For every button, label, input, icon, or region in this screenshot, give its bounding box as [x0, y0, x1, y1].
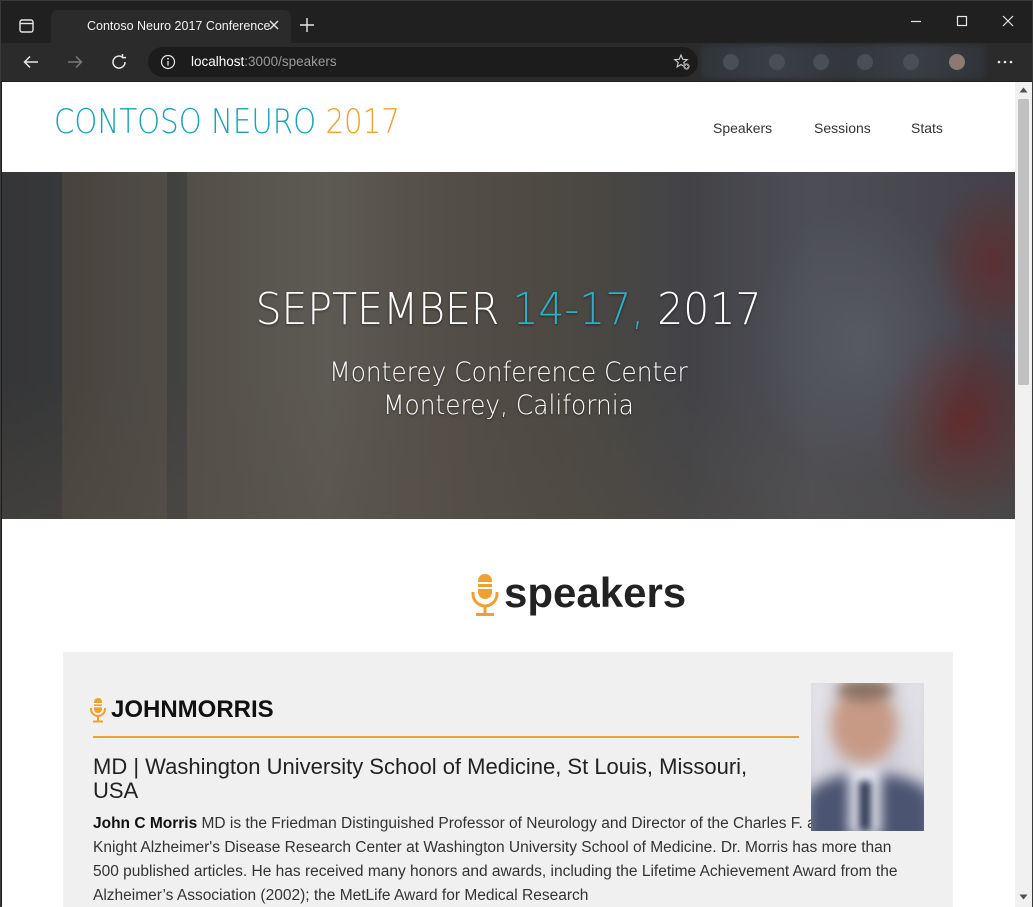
speaker-bio-name: John C Morris	[93, 815, 198, 832]
forward-icon[interactable]	[65, 52, 85, 72]
extension-icon[interactable]	[903, 54, 919, 70]
close-tab-icon[interactable]	[267, 18, 281, 32]
nav-speakers[interactable]: Speakers	[713, 120, 772, 136]
profile-avatar[interactable]	[949, 54, 965, 70]
address-bar[interactable]: localhost:3000/speakers	[148, 47, 698, 77]
extension-icon[interactable]	[857, 54, 873, 70]
date-range: 14-17,	[512, 284, 645, 335]
microphone-icon	[469, 573, 501, 619]
microphone-icon	[89, 697, 107, 725]
extensions-area	[701, 45, 986, 79]
close-window-icon[interactable]	[998, 11, 1018, 31]
hero-banner: SEPTEMBER 14-17, 2017 Monterey Conferenc…	[2, 172, 1015, 519]
logo-brand: CONTOSO NEURO	[54, 102, 326, 142]
speaker-affiliation: MD | Washington University School of Med…	[93, 754, 748, 803]
divider	[93, 736, 799, 738]
browser-window: Contoso Neuro 2017 Conference localhost:…	[0, 0, 1033, 907]
minimize-icon[interactable]	[906, 11, 926, 31]
back-icon[interactable]	[21, 52, 41, 72]
venue-name: Monterey Conference Center	[329, 357, 688, 388]
url-path: :3000/speakers	[244, 54, 337, 69]
date-year: 2017	[644, 284, 762, 335]
date-prefix: SEPTEMBER	[255, 284, 513, 335]
maximize-icon[interactable]	[952, 11, 972, 31]
more-menu-icon[interactable]	[995, 52, 1015, 72]
venue-location: Monterey, California	[383, 390, 634, 421]
extension-icon[interactable]	[769, 54, 785, 70]
speaker-name: JOHNMORRIS	[111, 696, 274, 723]
page-scrollbar[interactable]	[1015, 82, 1032, 907]
browser-toolbar: localhost:3000/speakers	[1, 43, 1032, 81]
scroll-up-icon[interactable]	[1019, 87, 1028, 93]
logo-year: 2017	[325, 102, 400, 142]
favorite-star-icon[interactable]	[673, 53, 691, 71]
site-info-icon[interactable]	[160, 54, 176, 70]
refresh-icon[interactable]	[109, 52, 129, 72]
url-text[interactable]: localhost:3000/speakers	[191, 54, 337, 69]
speaker-bio: John C Morris MD is the Friedman Disting…	[93, 812, 913, 907]
extension-icon[interactable]	[723, 54, 739, 70]
hero-text: SEPTEMBER 14-17, 2017 Monterey Conferenc…	[2, 172, 1015, 519]
speaker-bio-text: MD is the Friedman Distinguished Profess…	[93, 815, 898, 904]
event-venue: Monterey Conference Center Monterey, Cal…	[43, 356, 975, 422]
scroll-down-icon[interactable]	[1019, 894, 1028, 900]
browser-tab[interactable]: Contoso Neuro 2017 Conference	[51, 10, 291, 43]
new-tab-icon[interactable]	[297, 15, 317, 35]
speaker-card: JOHNMORRIS MD | Washington University Sc…	[63, 652, 953, 907]
nav-stats[interactable]: Stats	[911, 120, 943, 136]
site-logo[interactable]: CONTOSO NEURO 2017	[54, 102, 400, 142]
scroll-thumb[interactable]	[1018, 99, 1029, 385]
site-header: CONTOSO NEURO 2017 Speakers Sessions Sta…	[2, 82, 1015, 172]
tab-title: Contoso Neuro 2017 Conference	[87, 19, 271, 33]
event-dates: SEPTEMBER 14-17, 2017	[37, 284, 979, 335]
extension-icon[interactable]	[813, 54, 829, 70]
title-bar: Contoso Neuro 2017 Conference	[1, 1, 1032, 43]
section-title: speakers	[504, 569, 687, 616]
tab-actions-icon[interactable]	[11, 12, 41, 40]
nav-sessions[interactable]: Sessions	[814, 120, 871, 136]
speaker-photo	[811, 683, 924, 831]
page-viewport: CONTOSO NEURO 2017 Speakers Sessions Sta…	[2, 82, 1015, 907]
url-host: localhost	[191, 54, 245, 69]
